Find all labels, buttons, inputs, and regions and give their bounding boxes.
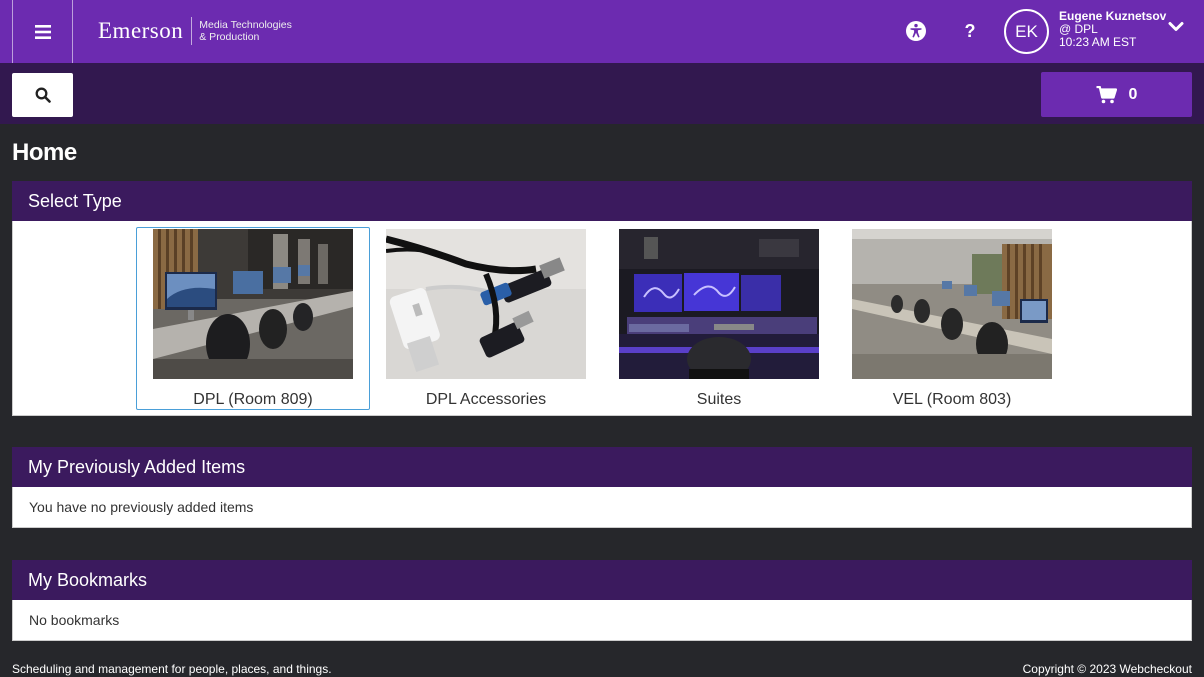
type-label: Suites	[696, 391, 742, 408]
accessibility-button[interactable]	[901, 16, 931, 46]
select-type-heading: Select Type	[12, 181, 1192, 221]
select-type-panel: Select Type DPL (Room 809) DPL Accessori…	[12, 181, 1192, 416]
hamburger-icon	[34, 24, 51, 39]
type-label: DPL (Room 809)	[193, 391, 313, 408]
search-icon	[35, 87, 51, 103]
bookmarks-empty-text: No bookmarks	[12, 600, 1192, 641]
type-grid: DPL (Room 809) DPL Accessories Suites VE…	[12, 221, 1192, 416]
logo-wordmark: Emerson	[98, 18, 184, 43]
cart-button[interactable]: 0	[1041, 72, 1192, 117]
cart-icon	[1096, 85, 1117, 103]
logo-divider	[191, 17, 193, 45]
logo-subtitle: Media Technologies & Production	[199, 19, 292, 43]
previously-added-empty-text: You have no previously added items	[12, 487, 1192, 528]
page-title: Home	[12, 139, 77, 166]
previously-added-panel: My Previously Added Items You have no pr…	[12, 447, 1192, 528]
type-label: DPL Accessories	[425, 391, 547, 408]
type-image-suites	[619, 229, 819, 379]
menu-button[interactable]	[12, 0, 73, 63]
search-button[interactable]	[12, 73, 73, 117]
footer-tagline: Scheduling and management for people, pl…	[12, 662, 332, 676]
brand-logo[interactable]: Emerson Media Technologies & Production	[98, 17, 292, 45]
avatar-initials: EK	[1015, 21, 1038, 41]
help-icon: ?	[964, 20, 976, 41]
avatar[interactable]: EK	[1004, 9, 1049, 54]
action-bar: 0	[0, 63, 1204, 124]
type-card-dpl-accessories[interactable]: DPL Accessories	[369, 227, 603, 410]
top-bar: Emerson Media Technologies & Production …	[0, 0, 1204, 63]
bookmarks-panel: My Bookmarks No bookmarks	[12, 560, 1192, 641]
help-button[interactable]: ?	[955, 16, 985, 46]
user-time: 10:23 AM EST	[1059, 35, 1137, 49]
chevron-down-icon[interactable]	[1168, 21, 1184, 33]
user-info[interactable]: Eugene Kuznetsov @ DPL 10:23 AM EST	[1059, 10, 1166, 49]
accessibility-icon	[906, 21, 926, 41]
cart-count: 0	[1128, 85, 1138, 103]
type-image-vel-room-803	[852, 229, 1052, 379]
type-image-dpl-room-809	[153, 229, 353, 379]
previously-added-heading: My Previously Added Items	[12, 447, 1192, 487]
logo-subtitle-line-1: Media Technologies	[199, 19, 292, 31]
logo-subtitle-line-2: & Production	[199, 31, 260, 43]
type-image-dpl-accessories	[386, 229, 586, 379]
type-label: VEL (Room 803)	[892, 391, 1012, 408]
type-card-dpl-room-809[interactable]: DPL (Room 809)	[136, 227, 370, 410]
bookmarks-heading: My Bookmarks	[12, 560, 1192, 600]
type-card-suites[interactable]: Suites	[602, 227, 836, 410]
type-card-vel-room-803[interactable]: VEL (Room 803)	[835, 227, 1069, 410]
footer-copyright[interactable]: Copyright © 2023 Webcheckout	[1023, 662, 1192, 676]
